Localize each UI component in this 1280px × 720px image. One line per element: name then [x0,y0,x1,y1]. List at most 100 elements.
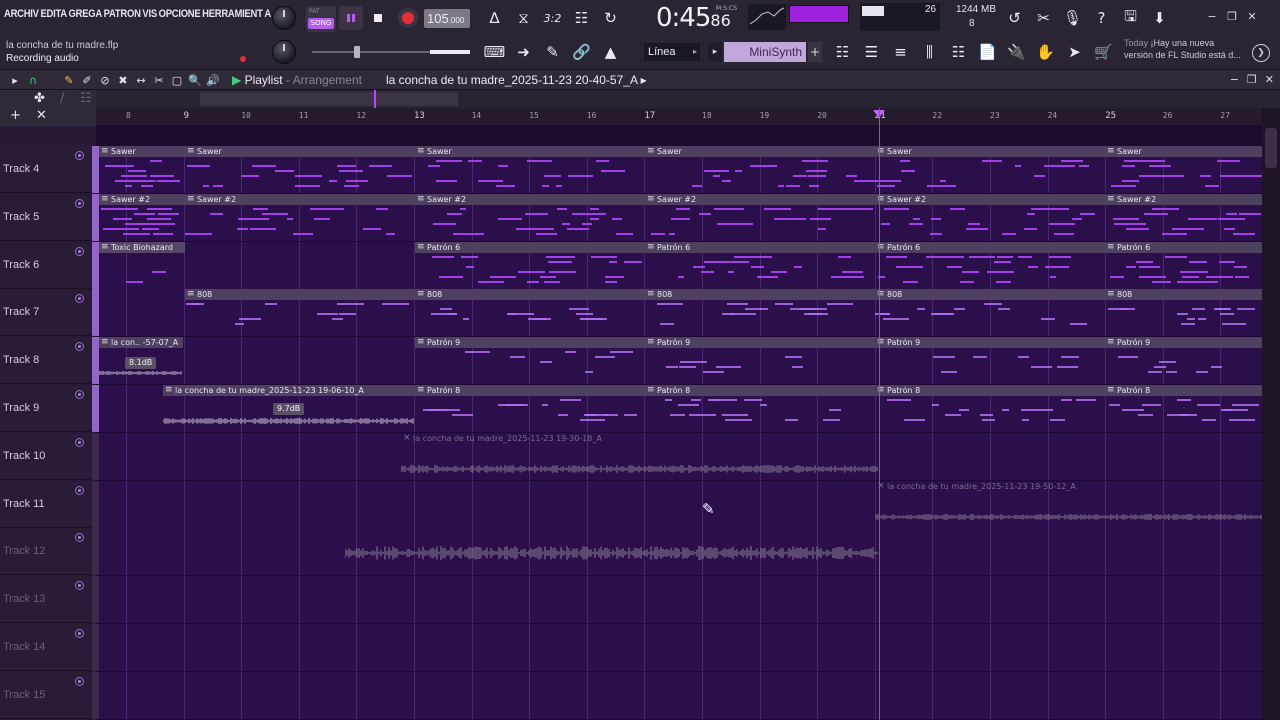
playlist-clip[interactable]: Patrón 9 [645,337,875,384]
track-mute-icon[interactable] [75,390,84,399]
playlist-icon[interactable]: ☷ [828,40,857,64]
news-next-icon[interactable]: ❯ [1252,44,1270,62]
playlist-clip[interactable]: 808 [415,289,645,336]
track-mute-icon[interactable] [75,485,84,495]
track-color-strip[interactable] [92,576,99,624]
plugin-picker-arrow[interactable]: ▸ [708,42,722,62]
playlist-clip[interactable]: Patrón 8 [875,385,1105,432]
track-color-strip[interactable] [92,624,99,671]
track-color-strip[interactable] [92,432,99,480]
track-lane[interactable]: Toxic BiohazardPatrón 6Patrón 6Patrón 6P… [99,241,1279,290]
playlist-clip[interactable]: 808 [645,289,875,336]
arrow-right-icon[interactable]: ➜ [509,40,538,64]
track-color-strip[interactable] [92,289,99,337]
track-mute-icon[interactable] [75,294,84,304]
remove-track-icon[interactable]: ✕ [36,108,47,123]
delete-tool-icon[interactable]: ⊘ [96,72,114,88]
record-button[interactable] [396,6,420,30]
track-name[interactable]: Track 13 [3,593,45,605]
hint-icon[interactable]: ✋ [1031,40,1060,64]
menu-vista[interactable]: VIS [142,8,157,26]
playlist-clip[interactable]: Patrón 6 [875,241,1105,289]
close-icon[interactable]: ✕ [1244,8,1260,24]
track-lane[interactable]: la concha de tu madre_2025-11-23 19-30-1… [99,432,1279,481]
arrangement-selector[interactable]: la concha de tu madre_2025-11-23 20-40-5… [386,73,647,87]
pencil-tool-icon[interactable]: ✎ [60,72,78,88]
track-mute-icon[interactable] [75,437,84,447]
options-arrow-icon[interactable]: ▸ [6,72,24,88]
playlist-clip[interactable]: la concha de tu madre_2025-11-23 19-50-1… [875,481,1262,528]
track-name[interactable]: Track 6 [3,259,39,271]
help-icon[interactable]: ? [1087,6,1116,30]
track-mute-icon[interactable] [75,342,84,352]
playlist-clip[interactable]: Sawer #2 [185,193,415,241]
magnet-icon[interactable]: ∩ [24,72,42,88]
playlist-clip[interactable]: 808 [1105,289,1262,336]
track-header[interactable]: Track 15 [0,671,99,719]
plugin-icon[interactable]: 🔌 [1002,40,1031,64]
close-icon[interactable]: ✕ [1265,73,1274,86]
link-icon[interactable]: ∕ [60,91,64,106]
patcher-icon[interactable]: ☷ [944,40,973,64]
playlist-clip[interactable]: Patrón 9 [1105,337,1262,384]
slider-handle[interactable] [354,46,360,58]
track-name[interactable]: Track 10 [3,450,45,462]
browser-icon[interactable]: 📄 [973,40,1002,64]
track-name[interactable]: Track 5 [3,211,39,223]
playlist-clip[interactable]: Patrón 8 [415,385,645,432]
playlist-clip[interactable]: Sawer #2 [1105,193,1262,241]
playlist-clip[interactable]: Sawer [415,146,645,193]
pencil-icon[interactable]: ✎ [538,40,567,64]
playlist-clip[interactable]: Patrón 6 [415,241,645,289]
track-mute-icon[interactable] [75,533,84,543]
add-track-icon[interactable]: + [10,108,21,123]
playback-tool-icon[interactable]: 🔊 [204,72,222,88]
track-header[interactable]: Track 11 [0,480,99,528]
track-header[interactable]: Track 12 [0,528,99,576]
playlist-clip[interactable]: Patrón 9 [875,337,1105,384]
track-header[interactable]: Track 9 [0,385,99,432]
mixer-list-icon[interactable]: ≡ [886,40,915,64]
playlist-clip[interactable]: Patrón 8 [1105,385,1262,432]
track-lane[interactable] [99,671,1279,720]
playlist-clip[interactable]: la concha de tu madre_2025-11-23 19-30-1… [401,433,879,480]
vertical-scrollbar[interactable] [1262,108,1280,720]
track-name[interactable]: Track 9 [3,402,39,414]
select-tool-icon[interactable]: ▢ [168,72,186,88]
track-color-strip[interactable] [92,241,99,289]
save-icon[interactable]: 🖫 [1116,6,1145,30]
playlist-clip[interactable]: Patrón 9 [415,337,645,384]
master-pitch-slider[interactable] [312,46,470,58]
playlist-clip[interactable]: la con.. -57-07_A 8.1dB [99,337,183,384]
track-header[interactable]: Track 13 [0,576,99,624]
minimize-icon[interactable]: − [1230,73,1239,86]
playlist-clip[interactable]: Sawer #2 [415,193,645,241]
track-color-strip[interactable] [92,385,99,432]
track-name[interactable]: Track 8 [3,354,39,366]
track-mute-icon[interactable] [75,629,84,638]
minimize-icon[interactable]: − [1204,8,1220,24]
track-header[interactable]: Track 7 [0,289,99,337]
menu-patron[interactable]: PATRON [104,8,141,26]
wait-input-icon[interactable]: ⧖ [509,6,538,30]
track-name[interactable]: Track 11 [3,498,45,510]
track-name[interactable]: Track 15 [3,689,45,701]
track-color-strip[interactable] [92,337,99,385]
pause-button[interactable] [339,6,363,30]
track-name[interactable]: Track 7 [3,306,39,318]
track-color-strip[interactable] [92,193,99,241]
playlist-clip[interactable]: Sawer [645,146,875,193]
news-panel[interactable]: Today ¡Hay una nueva versión de FL Studi… [1124,37,1252,67]
track-name[interactable]: Track 12 [3,545,45,557]
track-name[interactable]: Track 14 [3,641,45,653]
tempo-display[interactable]: 105.000 [424,9,470,28]
maximize-icon[interactable]: ❐ [1247,73,1257,86]
track-header[interactable]: Track 14 [0,624,99,671]
track-lane[interactable] [99,624,1279,672]
pattern-song-toggle[interactable]: PAT SONG [306,6,336,32]
master-volume-knob[interactable] [272,6,296,30]
track-lane[interactable]: SawerSawerSawerSawerSawerSawer [99,146,1279,194]
mixer-icon[interactable]: ⫼ [915,40,944,64]
playlist-clip[interactable]: Patrón 6 [645,241,875,289]
playlist-clip[interactable]: Sawer #2 [645,193,875,241]
